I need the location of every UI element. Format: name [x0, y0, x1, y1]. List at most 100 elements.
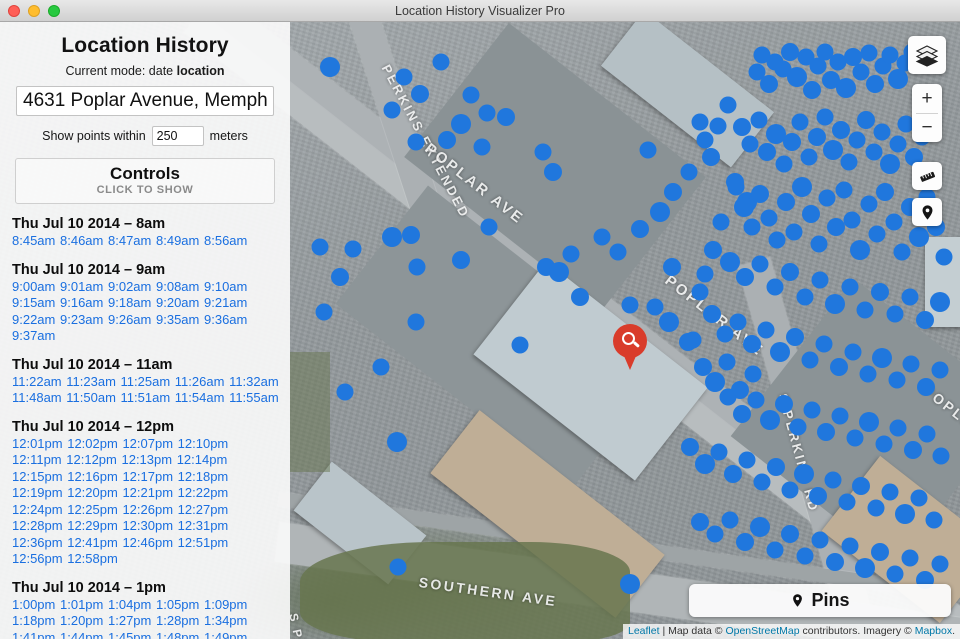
history-time-link[interactable]: 1:28pm — [156, 613, 199, 628]
osm-link[interactable]: OpenStreetMap — [725, 625, 799, 637]
history-time-link[interactable]: 9:36am — [204, 312, 247, 327]
history-time-link[interactable]: 12:16pm — [67, 469, 118, 484]
history-time-link[interactable]: 12:19pm — [12, 485, 63, 500]
history-time-link[interactable]: 12:29pm — [67, 518, 118, 533]
map-pin-icon — [922, 204, 932, 220]
history-time-link[interactable]: 1:01pm — [60, 597, 103, 612]
history-time-link[interactable]: 9:35am — [156, 312, 199, 327]
history-time-link[interactable]: 12:25pm — [67, 502, 118, 517]
history-time-link[interactable]: 8:46am — [60, 233, 103, 248]
history-time-link[interactable]: 9:01am — [60, 279, 103, 294]
history-time-link[interactable]: 9:18am — [108, 295, 151, 310]
history-time-link[interactable]: 12:22pm — [178, 485, 229, 500]
history-time-link[interactable]: 9:02am — [108, 279, 151, 294]
history-time-list: 1:00pm 1:01pm 1:04pm 1:05pm 1:09pm 1:18p… — [12, 597, 280, 639]
history-time-link[interactable]: 9:23am — [60, 312, 103, 327]
history-time-link[interactable]: 12:28pm — [12, 518, 63, 533]
history-group-heading: Thu Jul 10 2014 – 1pm — [12, 579, 166, 596]
history-time-list: 9:00am 9:01am 9:02am 9:08am 9:10am 9:15a… — [12, 279, 280, 345]
controls-toggle[interactable]: Controls CLICK TO SHOW — [15, 158, 275, 204]
history-time-link[interactable]: 12:01pm — [12, 436, 63, 451]
history-time-link[interactable]: 11:54am — [175, 390, 225, 405]
history-time-link[interactable]: 11:32am — [229, 374, 279, 389]
history-time-link[interactable]: 12:02pm — [67, 436, 118, 451]
history-time-link[interactable]: 12:26pm — [122, 502, 173, 517]
history-time-link[interactable]: 11:23am — [66, 374, 116, 389]
mode-value: location — [176, 64, 225, 78]
history-time-link[interactable]: 9:10am — [204, 279, 247, 294]
leaflet-link[interactable]: Leaflet — [628, 625, 660, 637]
history-time-link[interactable]: 9:16am — [60, 295, 103, 310]
history-time-link[interactable]: 11:26am — [175, 374, 225, 389]
history-time-link[interactable]: 12:36pm — [12, 535, 63, 550]
history-time-link[interactable]: 12:11pm — [12, 452, 62, 467]
zoom-out-button[interactable]: − — [912, 114, 942, 143]
address-input[interactable] — [16, 86, 274, 116]
history-time-link[interactable]: 12:21pm — [122, 485, 173, 500]
history-time-link[interactable]: 12:07pm — [122, 436, 173, 451]
history-time-link[interactable]: 12:13pm — [121, 452, 172, 467]
history-time-link[interactable]: 12:41pm — [67, 535, 118, 550]
history-time-link[interactable]: 12:14pm — [177, 452, 228, 467]
history-time-link[interactable]: 1:49pm — [204, 630, 247, 639]
marker-tip — [621, 349, 639, 370]
history-time-link[interactable]: 1:27pm — [108, 613, 151, 628]
history-time-link[interactable]: 12:51pm — [178, 535, 229, 550]
history-time-link[interactable]: 8:47am — [108, 233, 151, 248]
history-time-link[interactable]: 1:34pm — [204, 613, 247, 628]
measure-button[interactable] — [912, 162, 942, 190]
zoom-in-button[interactable]: + — [912, 84, 942, 113]
history-time-link[interactable]: 1:09pm — [204, 597, 247, 612]
zoom-controls[interactable]: + − — [912, 84, 942, 142]
history-time-link[interactable]: 1:48pm — [156, 630, 199, 639]
pins-button[interactable]: Pins — [689, 584, 951, 617]
history-time-link[interactable]: 8:56am — [204, 233, 247, 248]
building-far-east — [925, 237, 960, 327]
history-time-link[interactable]: 1:00pm — [12, 597, 55, 612]
locate-button[interactable] — [912, 198, 942, 226]
history-time-link[interactable]: 12:46pm — [122, 535, 173, 550]
history-time-link[interactable]: 9:21am — [204, 295, 247, 310]
history-time-link[interactable]: 1:20pm — [60, 613, 103, 628]
history-time-link[interactable]: 12:31pm — [178, 518, 229, 533]
history-time-link[interactable]: 11:50am — [66, 390, 116, 405]
history-time-link[interactable]: 12:15pm — [12, 469, 63, 484]
attr-text-a: Map data © — [668, 625, 726, 637]
history-time-link[interactable]: 8:49am — [156, 233, 199, 248]
history-time-link[interactable]: 1:41pm — [12, 630, 55, 639]
mode-prefix: Current mode: date — [65, 64, 174, 78]
history-time-link[interactable]: 1:18pm — [12, 613, 55, 628]
history-time-link[interactable]: 9:22am — [12, 312, 55, 327]
history-time-link[interactable]: 11:51am — [121, 390, 171, 405]
search-result-marker[interactable] — [613, 324, 647, 370]
history-time-link[interactable]: 12:17pm — [122, 469, 173, 484]
history-time-link[interactable]: 9:20am — [156, 295, 199, 310]
history-time-link[interactable]: 11:55am — [229, 390, 279, 405]
layers-button[interactable] — [908, 36, 946, 74]
history-time-link[interactable]: 12:12pm — [66, 452, 117, 467]
history-time-link[interactable]: 1:45pm — [108, 630, 151, 639]
history-time-link[interactable]: 11:22am — [12, 374, 62, 389]
history-time-link[interactable]: 12:56pm — [12, 551, 63, 566]
history-time-link[interactable]: 12:58pm — [67, 551, 118, 566]
history-time-link[interactable]: 12:20pm — [67, 485, 118, 500]
history-time-link[interactable]: 9:15am — [12, 295, 55, 310]
history-time-link[interactable]: 9:08am — [156, 279, 199, 294]
history-time-link[interactable]: 12:18pm — [178, 469, 229, 484]
history-time-link[interactable]: 9:26am — [108, 312, 151, 327]
history-time-link[interactable]: 11:25am — [121, 374, 171, 389]
history-time-link[interactable]: 1:04pm — [108, 597, 151, 612]
history-time-link[interactable]: 11:48am — [12, 390, 62, 405]
history-group-heading: Thu Jul 10 2014 – 11am — [12, 356, 173, 373]
history-time-link[interactable]: 12:24pm — [12, 502, 63, 517]
history-time-link[interactable]: 8:45am — [12, 233, 55, 248]
history-time-link[interactable]: 9:37am — [12, 328, 55, 343]
history-time-link[interactable]: 12:10pm — [178, 436, 229, 451]
radius-input[interactable] — [151, 126, 204, 146]
history-time-link[interactable]: 12:30pm — [122, 518, 173, 533]
history-time-link[interactable]: 1:44pm — [60, 630, 103, 639]
history-time-link[interactable]: 12:27pm — [178, 502, 229, 517]
history-time-link[interactable]: 9:00am — [12, 279, 55, 294]
history-time-link[interactable]: 1:05pm — [156, 597, 199, 612]
mapbox-link[interactable]: Mapbox — [915, 625, 952, 637]
